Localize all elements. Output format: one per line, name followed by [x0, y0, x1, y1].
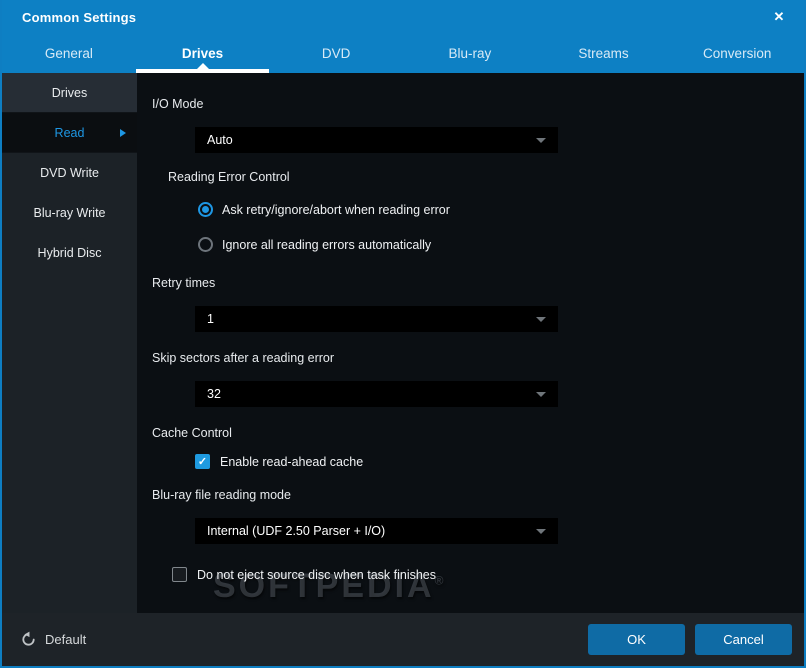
reading-error-control-label: Reading Error Control	[168, 170, 290, 184]
sidebar-item-hybrid-disc[interactable]: Hybrid Disc	[2, 233, 137, 273]
cache-control-label: Cache Control	[152, 426, 232, 440]
tab-bluray[interactable]: Blu-ray	[403, 34, 537, 73]
radio-label: Ask retry/ignore/abort when reading erro…	[222, 202, 450, 217]
skip-sectors-dropdown[interactable]: 32	[195, 381, 558, 407]
dialog-title: Common Settings	[22, 9, 137, 25]
tab-label: Drives	[181, 46, 224, 61]
chevron-down-icon	[536, 138, 546, 143]
retry-times-dropdown[interactable]: 1	[195, 306, 558, 332]
tab-label: General	[44, 46, 93, 61]
sidebar-item-label: Read	[54, 125, 85, 140]
sidebar-item-label: Drives	[51, 85, 88, 100]
sidebar-item-label: DVD Write	[40, 166, 99, 180]
skip-sectors-label: Skip sectors after a reading error	[152, 351, 335, 365]
close-icon[interactable]: ✕	[768, 6, 790, 28]
dialog-header: Common Settings ✕ General Drives DVD Blu…	[2, 0, 804, 73]
chevron-down-icon	[536, 529, 546, 534]
enable-cache-checkbox-row[interactable]: ✓ Enable read-ahead cache	[195, 454, 804, 469]
radio-unselected-icon	[198, 237, 213, 252]
cancel-button[interactable]: Cancel	[695, 624, 792, 655]
tab-drives[interactable]: Drives	[135, 34, 270, 73]
retry-times-value: 1	[207, 312, 214, 326]
radio-ask-retry[interactable]: Ask retry/ignore/abort when reading erro…	[198, 202, 804, 217]
sidebar-item-drives[interactable]: Drives	[2, 73, 137, 113]
tab-conversion[interactable]: Conversion	[670, 34, 804, 73]
radio-label: Ignore all reading errors automatically	[222, 237, 432, 252]
chevron-down-icon	[536, 392, 546, 397]
cancel-button-label: Cancel	[723, 632, 764, 647]
chevron-right-icon	[120, 128, 126, 137]
sidebar: Drives Read DVD Write Blu-ray Write Hybr…	[2, 73, 137, 613]
titlebar: Common Settings ✕	[2, 0, 804, 34]
checkbox-unchecked-icon	[172, 567, 187, 582]
tab-general[interactable]: General	[2, 34, 136, 73]
chevron-down-icon	[536, 317, 546, 322]
settings-panel: I/O Mode Auto Reading Error Control Ask …	[137, 73, 804, 613]
sidebar-item-label: Blu-ray Write	[33, 206, 106, 220]
radio-dot	[202, 206, 209, 213]
radio-ignore-errors[interactable]: Ignore all reading errors automatically	[198, 237, 804, 252]
common-settings-dialog: Common Settings ✕ General Drives DVD Blu…	[0, 0, 806, 668]
checkbox-checked-icon: ✓	[195, 454, 210, 469]
sidebar-item-read[interactable]: Read	[2, 113, 137, 153]
tab-streams[interactable]: Streams	[537, 34, 671, 73]
default-button[interactable]: Default	[20, 631, 86, 648]
dialog-footer: Default OK Cancel	[2, 613, 804, 666]
bluray-mode-dropdown[interactable]: Internal (UDF 2.50 Parser + I/O)	[195, 518, 558, 544]
ok-button[interactable]: OK	[588, 624, 685, 655]
io-mode-dropdown[interactable]: Auto	[195, 127, 558, 153]
bluray-mode-label: Blu-ray file reading mode	[152, 488, 291, 502]
radio-selected-icon	[198, 202, 213, 217]
sidebar-item-label: Hybrid Disc	[37, 246, 102, 260]
checkbox-label: Enable read-ahead cache	[220, 454, 364, 469]
tab-bar: General Drives DVD Blu-ray Streams Conve…	[2, 34, 804, 73]
default-button-label: Default	[45, 632, 87, 647]
io-mode-label: I/O Mode	[152, 97, 204, 111]
sidebar-item-dvd-write[interactable]: DVD Write	[2, 153, 137, 193]
tab-label: Blu-ray	[448, 46, 492, 61]
retry-times-label: Retry times	[152, 276, 216, 290]
ok-button-label: OK	[627, 632, 646, 647]
io-mode-value: Auto	[207, 133, 233, 147]
tab-label: DVD	[321, 46, 351, 61]
tab-dvd[interactable]: DVD	[269, 34, 403, 73]
checkbox-label: Do not eject source disc when task finis…	[197, 567, 437, 582]
dialog-body: Drives Read DVD Write Blu-ray Write Hybr…	[2, 73, 804, 613]
skip-sectors-value: 32	[207, 387, 221, 401]
sidebar-item-bluray-write[interactable]: Blu-ray Write	[2, 193, 137, 233]
tab-label: Conversion	[703, 46, 772, 61]
eject-checkbox-row[interactable]: Do not eject source disc when task finis…	[172, 567, 804, 582]
tab-label: Streams	[578, 46, 629, 61]
bluray-mode-value: Internal (UDF 2.50 Parser + I/O)	[207, 524, 386, 538]
reset-undo-icon	[22, 631, 35, 646]
